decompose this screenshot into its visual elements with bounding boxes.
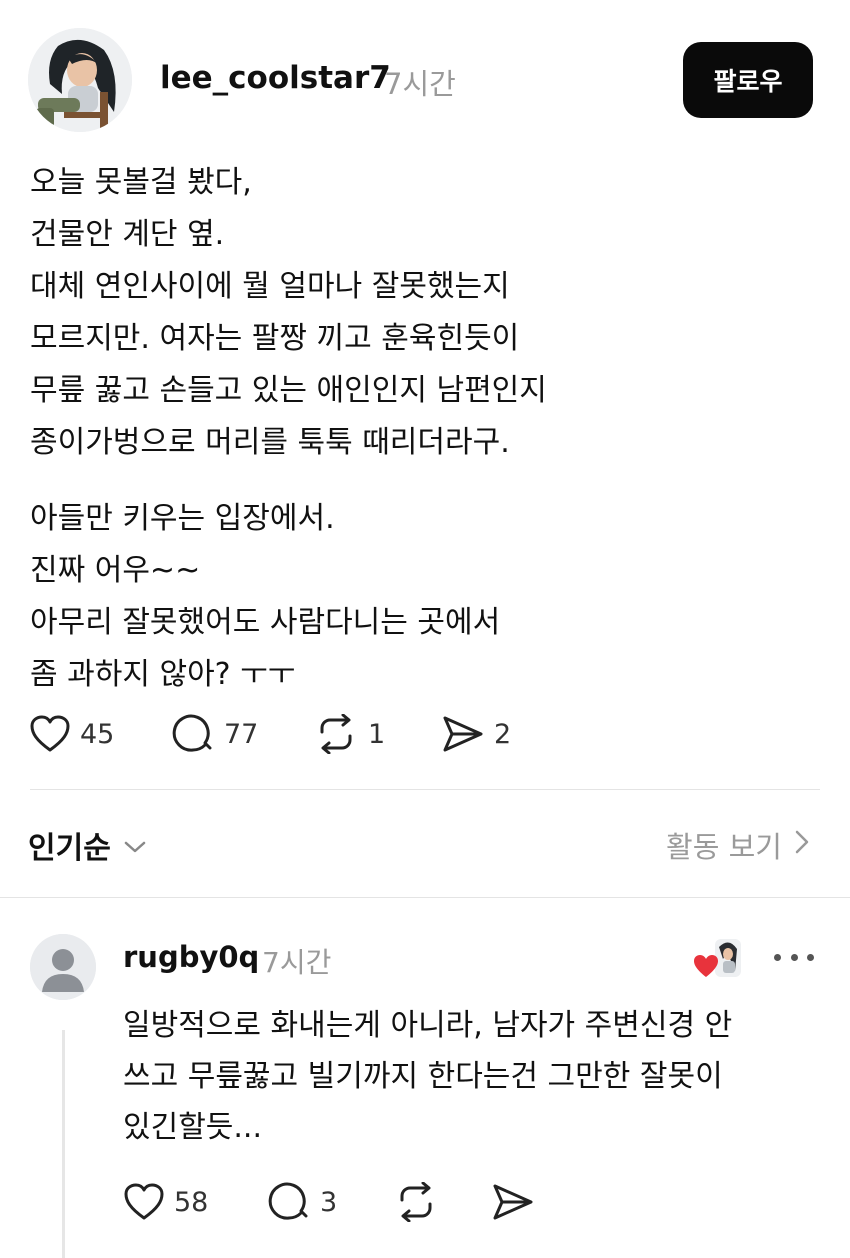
comment-button[interactable]: 77 <box>172 712 258 756</box>
post-body-line: 좀 과하지 않아? ㅜㅜ <box>30 657 296 692</box>
post-body-line: 오늘 못볼걸 봤다, <box>30 165 252 200</box>
author-avatar-illustration <box>28 28 132 132</box>
more-dots-icon <box>790 953 798 961</box>
repost-arrows-icon <box>394 1182 438 1222</box>
share-button[interactable]: 2 <box>442 712 511 756</box>
like-button[interactable]: 45 <box>30 712 114 756</box>
comment-reply-count: 3 <box>320 1186 338 1218</box>
comment-body-line: 있긴할듯... <box>123 1110 263 1145</box>
chevron-right-icon <box>794 828 810 862</box>
heart-outline-icon <box>124 1183 164 1221</box>
view-activity-link[interactable]: 활동 보기 <box>666 824 810 866</box>
send-arrow-icon <box>492 1183 534 1221</box>
commenter-avatar[interactable] <box>30 934 96 1000</box>
post-body-line: 모르지만. 여자는 팔짱 끼고 훈육힌듯이 <box>30 321 520 356</box>
speech-bubble-icon <box>268 1182 310 1222</box>
like-count: 45 <box>80 718 115 750</box>
repost-arrows-icon <box>314 714 358 754</box>
thread-line <box>62 1030 65 1258</box>
post-body-line: 아무리 잘못했어도 사람다니는 곳에서 <box>30 605 501 640</box>
follow-button[interactable]: 팔로우 <box>683 42 813 118</box>
sort-dropdown[interactable]: 인기순 <box>28 823 147 867</box>
post-body-line: 대체 연인사이에 뭘 얼마나 잘못했는지 <box>30 269 510 304</box>
post-timestamp: 7시간 <box>384 67 456 101</box>
sort-label: 인기순 <box>28 831 111 866</box>
comment-like-button[interactable]: 58 <box>124 1180 208 1224</box>
view-activity-label: 활동 보기 <box>666 830 782 864</box>
red-heart-icon <box>694 955 718 977</box>
send-arrow-icon <box>442 715 484 753</box>
comment-like-count: 58 <box>174 1186 209 1218</box>
heart-outline-icon <box>30 715 70 753</box>
thread-post-page: lee_coolstar7 7시간 팔로우 오늘 못볼걸 봤다, 건물안 계단 … <box>0 0 850 1258</box>
author-liked-badge <box>693 937 745 981</box>
post-body: 오늘 못볼걸 봤다, 건물안 계단 옆. 대체 연인사이에 뭘 얼마나 잘못했는… <box>30 157 820 701</box>
post-body-line: 종이가벙으로 머리를 툭툭 때리더라구. <box>30 425 510 460</box>
commenter-username[interactable]: rugby0q <box>123 940 259 974</box>
more-dots-icon <box>807 953 814 961</box>
comment-share-button[interactable] <box>492 1180 534 1224</box>
author-username[interactable]: lee_coolstar7 <box>160 60 391 96</box>
repost-button[interactable]: 1 <box>314 712 385 756</box>
section-divider <box>30 789 820 790</box>
post-body-line: 건물안 계단 옆. <box>30 217 225 252</box>
comment-body-line: 쓰고 무릎꿇고 빌기까지 한다는건 그만한 잘못이 <box>123 1059 723 1094</box>
comment-count: 77 <box>224 718 259 750</box>
comment-body: 일방적으로 화내는게 아니라, 남자가 주변신경 안 쓰고 무릎꿇고 빌기까지 … <box>123 1000 823 1153</box>
comment-reply-button[interactable]: 3 <box>268 1180 337 1224</box>
post-body-line: 무릎 꿇고 손들고 있는 애인인지 남편인지 <box>30 373 547 408</box>
post-body-line: 진짜 어우~~ <box>30 553 201 588</box>
default-avatar-icon <box>30 934 96 1000</box>
share-count: 2 <box>494 718 512 750</box>
chevron-down-icon <box>123 828 147 863</box>
author-avatar[interactable] <box>28 28 132 132</box>
repost-count: 1 <box>368 718 386 750</box>
comment-repost-button[interactable] <box>394 1180 438 1224</box>
comment-timestamp: 7시간 <box>262 946 332 979</box>
more-options-button[interactable] <box>774 945 814 969</box>
comment-body-line: 일방적으로 화내는게 아니라, 남자가 주변신경 안 <box>123 1008 733 1043</box>
comments-divider <box>0 897 850 898</box>
speech-bubble-icon <box>172 714 214 754</box>
more-dots-icon <box>774 953 781 961</box>
post-body-line: 아들만 키우는 입장에서. <box>30 501 335 536</box>
